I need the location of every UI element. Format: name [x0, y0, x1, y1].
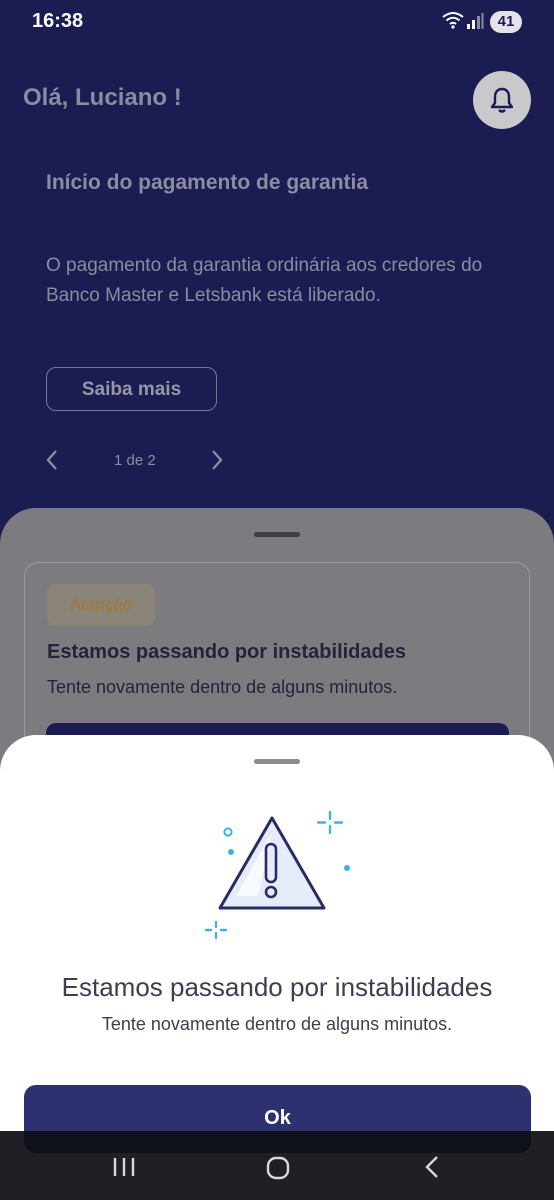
banner-pager: 1 de 2 [40, 446, 240, 474]
back-icon[interactable] [423, 1155, 441, 1179]
notifications-button[interactable] [473, 71, 531, 129]
greeting-title: Olá, Luciano ! [23, 84, 182, 111]
alert-card-title: Estamos passando por instabilidades [47, 641, 406, 663]
modal-handle[interactable] [254, 759, 300, 764]
banner-title: Início do pagamento de garantia [46, 171, 369, 194]
modal-title: Estamos passando por instabilidades [61, 972, 493, 1002]
battery-indicator: 41 [490, 11, 522, 33]
wifi-icon [442, 12, 464, 29]
warning-illustration-icon [204, 810, 350, 940]
chevron-left-icon[interactable] [45, 449, 59, 471]
status-time: 16:38 [32, 10, 84, 32]
attention-badge: Atenção [47, 584, 155, 626]
chevron-right-icon[interactable] [210, 449, 224, 471]
learn-more-button[interactable]: Saiba mais [46, 367, 217, 411]
sheet-handle[interactable] [254, 532, 300, 537]
home-icon[interactable] [266, 1156, 290, 1180]
app-screen: 16:38 41 Olá, Luciano ! Início do pagame… [0, 0, 554, 1200]
modal-text: Tente novamente dentro de alguns minutos… [101, 1014, 453, 1034]
pager-count: 1 de 2 [114, 452, 156, 469]
system-navigation-bar [0, 1131, 554, 1200]
banner-text: O pagamento da garantia ordinária aos cr… [46, 255, 483, 306]
alert-card-text: Tente novamente dentro de alguns minutos… [47, 677, 398, 697]
status-bar: 16:38 41 [0, 0, 554, 44]
signal-icon [467, 13, 484, 29]
recent-apps-icon[interactable] [112, 1156, 136, 1178]
bell-icon [490, 87, 514, 113]
